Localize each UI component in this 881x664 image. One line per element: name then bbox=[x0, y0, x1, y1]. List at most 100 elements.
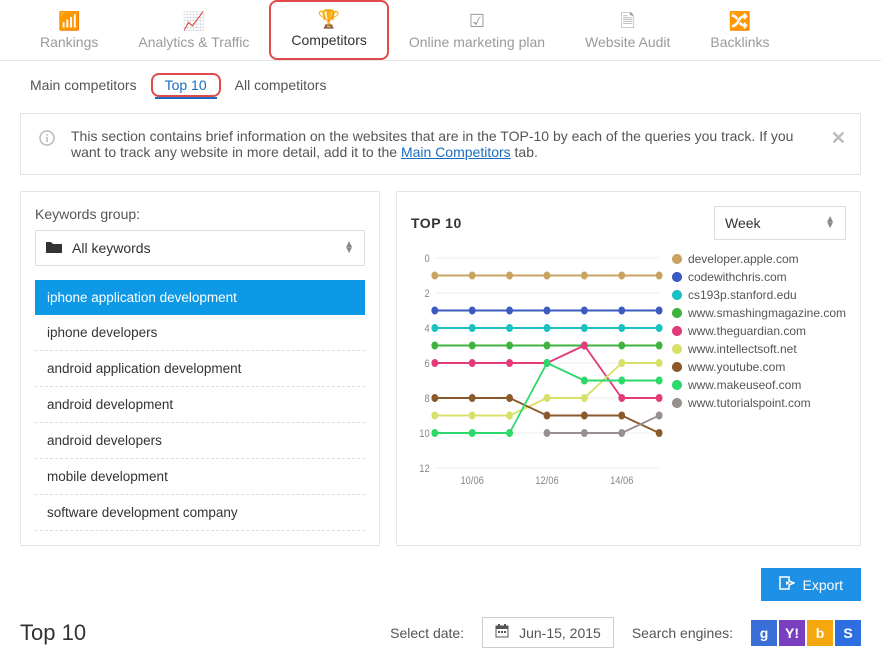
search-engine-icons: gY!bS bbox=[751, 620, 861, 646]
keywords-group-label: Keywords group: bbox=[35, 206, 365, 222]
keywords-list: iphone application developmentiphone dev… bbox=[35, 280, 365, 531]
export-button[interactable]: Export bbox=[761, 568, 861, 601]
legend-dot-icon bbox=[672, 380, 682, 390]
chart-area: 0 2 4 6 8 10 12 10/06 12/06 14/06 bbox=[411, 248, 666, 488]
keywords-group-value: All keywords bbox=[72, 240, 151, 256]
keyword-item[interactable]: iphone application development bbox=[35, 280, 365, 315]
keywords-panel: Keywords group: All keywords ▲▼ iphone a… bbox=[20, 191, 380, 546]
legend-label: www.intellectsoft.net bbox=[688, 342, 797, 356]
se-yahoo-icon[interactable]: Y! bbox=[779, 620, 805, 646]
keyword-item[interactable]: iphone developers bbox=[35, 315, 365, 351]
legend-label: codewithchris.com bbox=[688, 270, 787, 284]
tab-icon: 📶 bbox=[58, 12, 80, 30]
subtab-all-competitors[interactable]: All competitors bbox=[225, 73, 337, 97]
export-icon bbox=[779, 576, 795, 593]
legend-dot-icon bbox=[672, 398, 682, 408]
legend-label: www.theguardian.com bbox=[688, 324, 806, 338]
se-google-icon[interactable]: g bbox=[751, 620, 777, 646]
tab-label: Online marketing plan bbox=[409, 34, 545, 50]
legend-item[interactable]: www.intellectsoft.net bbox=[672, 342, 846, 356]
legend-label: www.smashingmagazine.com bbox=[688, 306, 846, 320]
main-tabs: 📶 Rankings 📈 Analytics & Traffic 🏆 Competitor… bbox=[0, 0, 881, 61]
tab-label: Competitors bbox=[291, 32, 366, 48]
tab-label: Rankings bbox=[40, 34, 98, 50]
svg-text:10/06: 10/06 bbox=[461, 475, 485, 487]
chart-panel: TOP 10 Week ▲▼ 02468101210/0612/0614/06 … bbox=[396, 191, 861, 546]
period-value: Week bbox=[725, 215, 761, 231]
tab-rankings[interactable]: 📶 Rankings bbox=[20, 4, 118, 60]
keyword-item[interactable]: software development company bbox=[35, 495, 365, 531]
legend-dot-icon bbox=[672, 326, 682, 336]
legend-dot-icon bbox=[672, 344, 682, 354]
legend-item[interactable]: www.smashingmagazine.com bbox=[672, 306, 846, 320]
subtab-top-10[interactable]: Top 10 bbox=[155, 73, 217, 99]
se-seznam-icon[interactable]: S bbox=[835, 620, 861, 646]
tab-icon: ☑ bbox=[469, 12, 485, 30]
page-title: Top 10 bbox=[20, 620, 86, 646]
tab-online-marketing-plan[interactable]: ☑ Online marketing plan bbox=[389, 4, 565, 60]
stepper-icon: ▲▼ bbox=[825, 217, 835, 229]
legend-dot-icon bbox=[672, 362, 682, 372]
legend-item[interactable]: cs193p.stanford.edu bbox=[672, 288, 846, 302]
keywords-group-select[interactable]: All keywords ▲▼ bbox=[35, 230, 365, 266]
chart-title: TOP 10 bbox=[411, 215, 462, 231]
legend-label: www.makeuseof.com bbox=[688, 378, 801, 392]
legend-dot-icon bbox=[672, 308, 682, 318]
calendar-icon bbox=[495, 624, 509, 641]
stepper-icon: ▲▼ bbox=[344, 242, 354, 254]
legend-item[interactable]: www.tutorialspoint.com bbox=[672, 396, 846, 410]
search-engines-label: Search engines: bbox=[632, 625, 733, 641]
subtab-main-competitors[interactable]: Main competitors bbox=[20, 73, 147, 97]
legend-dot-icon bbox=[672, 290, 682, 300]
keyword-item[interactable]: mobile development bbox=[35, 459, 365, 495]
info-icon bbox=[39, 130, 55, 146]
legend-item[interactable]: codewithchris.com bbox=[672, 270, 846, 284]
svg-text:12/06: 12/06 bbox=[535, 475, 559, 487]
select-date-label: Select date: bbox=[390, 625, 464, 641]
legend-dot-icon bbox=[672, 272, 682, 282]
tab-backlinks[interactable]: 🔀 Backlinks bbox=[690, 4, 789, 60]
legend-label: www.youtube.com bbox=[688, 360, 785, 374]
tab-website-audit[interactable]: 🗎 Website Audit bbox=[565, 4, 690, 60]
tab-icon: 🗎 bbox=[620, 12, 634, 30]
tab-label: Analytics & Traffic bbox=[138, 34, 249, 50]
info-text-post: tab. bbox=[511, 144, 538, 160]
legend-label: cs193p.stanford.edu bbox=[688, 288, 797, 302]
svg-text:10: 10 bbox=[419, 428, 430, 440]
legend-dot-icon bbox=[672, 254, 682, 264]
chart-legend: developer.apple.com codewithchris.com cs19… bbox=[666, 248, 846, 488]
tab-icon: 🏆 bbox=[318, 10, 340, 28]
legend-label: www.tutorialspoint.com bbox=[688, 396, 811, 410]
svg-text:12: 12 bbox=[419, 463, 430, 475]
tab-icon: 📈 bbox=[183, 12, 205, 30]
tab-label: Website Audit bbox=[585, 34, 670, 50]
svg-text:6: 6 bbox=[425, 358, 430, 370]
tab-analytics-traffic[interactable]: 📈 Analytics & Traffic bbox=[118, 4, 269, 60]
legend-item[interactable]: www.youtube.com bbox=[672, 360, 846, 374]
legend-item[interactable]: www.theguardian.com bbox=[672, 324, 846, 338]
period-select[interactable]: Week ▲▼ bbox=[714, 206, 846, 240]
legend-label: developer.apple.com bbox=[688, 252, 799, 266]
main-competitors-link[interactable]: Main Competitors bbox=[401, 144, 511, 160]
sub-tabs: Main competitors Top 10 All competitors bbox=[0, 61, 881, 109]
date-picker[interactable]: Jun-15, 2015 bbox=[482, 617, 614, 648]
folder-icon bbox=[46, 240, 62, 257]
tab-icon: 🔀 bbox=[729, 12, 751, 30]
keyword-item[interactable]: android development bbox=[35, 387, 365, 423]
tab-competitors[interactable]: 🏆 Competitors bbox=[269, 0, 388, 60]
svg-text:14/06: 14/06 bbox=[610, 475, 634, 487]
svg-text:4: 4 bbox=[425, 323, 430, 335]
close-icon[interactable]: ✕ bbox=[831, 128, 846, 149]
legend-item[interactable]: developer.apple.com bbox=[672, 252, 846, 266]
svg-text:2: 2 bbox=[425, 288, 430, 300]
tab-label: Backlinks bbox=[710, 34, 769, 50]
keyword-item[interactable]: android application development bbox=[35, 351, 365, 387]
keyword-item[interactable]: android developers bbox=[35, 423, 365, 459]
svg-text:0: 0 bbox=[425, 253, 430, 265]
svg-text:8: 8 bbox=[425, 393, 430, 405]
date-value: Jun-15, 2015 bbox=[519, 625, 601, 641]
legend-item[interactable]: www.makeuseof.com bbox=[672, 378, 846, 392]
export-label: Export bbox=[803, 577, 843, 593]
info-banner: This section contains brief information … bbox=[20, 113, 861, 175]
se-bing-icon[interactable]: b bbox=[807, 620, 833, 646]
